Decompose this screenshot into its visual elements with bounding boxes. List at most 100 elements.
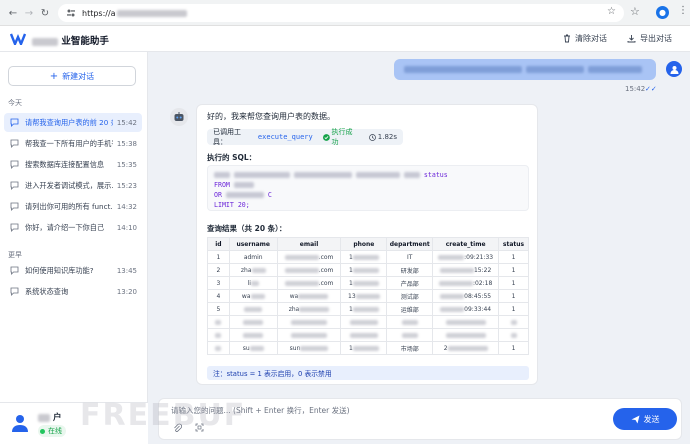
chat-bubble-icon [10, 202, 19, 211]
forward-icon[interactable]: → [22, 6, 36, 20]
conversation-item[interactable]: 如何使用知识库功能? 13:45 [4, 261, 142, 280]
table-cell: .com [276, 250, 342, 264]
conversation-title: 如何使用知识库功能? [25, 265, 94, 275]
cell-redacted [352, 267, 379, 273]
conversation-item[interactable]: 帮我查一下所有用户的手机号 15:38 [4, 134, 142, 153]
read-receipt-icon: ✓✓ [645, 85, 657, 93]
cell-redacted [300, 345, 329, 351]
cell-redacted [349, 332, 378, 338]
table-cell [340, 315, 388, 329]
conversation-item[interactable]: 系统状态查询 13:20 [4, 282, 142, 301]
message-time: 15:42 [625, 85, 646, 93]
cell-redacted [291, 319, 328, 325]
tool-status: 执行成功 [322, 127, 359, 147]
browser-menu-icon[interactable]: ⋮ [678, 5, 688, 16]
cell-text: sun [289, 344, 301, 352]
column-header[interactable]: department [386, 237, 434, 251]
status-text: 在线 [48, 427, 62, 435]
new-chat-label: 新建对话 [62, 71, 95, 81]
sql-text: status [423, 171, 448, 179]
cell-text: 2 [443, 344, 448, 352]
table-row: 2 zha .com 1 研发部 15:22 1 [207, 263, 529, 277]
message-input-box[interactable]: 请输入您的问题... (Shift + Enter 换行，Enter 发送) 发… [158, 398, 682, 440]
back-icon[interactable]: ← [6, 6, 20, 20]
column-header[interactable]: username [228, 237, 278, 251]
user-name-text: 户 [52, 413, 62, 423]
extensions-icon[interactable]: ☆ [630, 5, 640, 18]
conversation-item[interactable]: 请帮我查询用户表的前 20 条... 15:42 [4, 113, 142, 132]
cell-redacted [251, 267, 266, 273]
table-cell: 1 [340, 276, 388, 290]
cell-redacted [215, 332, 222, 338]
table-cell [228, 302, 278, 316]
cell-redacted [352, 306, 379, 312]
reload-icon[interactable]: ↻ [38, 6, 52, 20]
conversation-title: 请帮我查询用户表的前 20 条... [25, 117, 113, 127]
table-cell: IT [386, 250, 434, 264]
tool-call-info: 已调用工具： execute_query 执行成功 1.82s [207, 127, 403, 147]
bookmark-star-icon[interactable]: ☆ [607, 6, 616, 17]
table-cell: 1 [340, 263, 388, 277]
clear-chat-button[interactable]: 清除对话 [563, 33, 607, 44]
table-row [207, 328, 529, 342]
message-input-placeholder[interactable]: 请输入您的问题... (Shift + Enter 换行，Enter 发送) [171, 405, 350, 416]
table-row [207, 315, 529, 329]
paperclip-icon[interactable] [173, 423, 182, 433]
site-info-icon[interactable] [66, 8, 76, 18]
export-chat-button[interactable]: 导出对话 [627, 33, 672, 44]
table-row: 3 li .com 1 产品部 :02:18 1 [207, 276, 529, 290]
conversation-time: 14:10 [116, 223, 137, 232]
conversation-item[interactable]: 进入开发者调试模式，展示... 15:23 [4, 176, 142, 195]
table-cell: 4 [207, 289, 230, 303]
app-title-redacted [32, 37, 58, 46]
result-label: 查询结果（共 20 条）： [207, 224, 287, 233]
column-header[interactable]: status [498, 237, 529, 251]
column-header[interactable]: create_time [432, 237, 500, 251]
table-cell: .com [276, 276, 342, 290]
url-redacted [116, 9, 187, 17]
table-cell [432, 328, 500, 342]
tool-duration: 1.82s [368, 133, 397, 141]
profile-avatar-icon[interactable]: ● [656, 6, 669, 19]
sql-label: 执行的 SQL： [207, 153, 257, 162]
user-message-redacted [404, 66, 522, 73]
sql-redacted [293, 172, 352, 178]
sql-redacted [403, 172, 420, 178]
table-cell [432, 315, 500, 329]
cell-redacted [510, 332, 517, 338]
user-message-redacted [588, 66, 642, 73]
table-cell [386, 315, 434, 329]
cell-redacted [510, 319, 517, 325]
sql-text: OR [214, 191, 222, 199]
scan-icon[interactable] [195, 423, 204, 432]
tool-duration-text: 1.82s [377, 133, 397, 141]
table-cell: 09:33:44 [432, 302, 500, 316]
table-cell: 1 [498, 276, 529, 290]
table-cell [228, 328, 278, 342]
conversation-item[interactable]: 你好，请介绍一下你自己 14:10 [4, 218, 142, 237]
user-avatar-icon [12, 415, 28, 432]
column-header[interactable]: id [207, 237, 230, 251]
chat-bubble-icon [10, 160, 19, 169]
cell-redacted [243, 332, 264, 338]
address-bar[interactable]: https://a ☆ [58, 4, 624, 22]
cell-redacted [215, 345, 222, 351]
conversation-title: 搜索数据库连接配置信息 [25, 159, 105, 169]
table-cell: 08:45:55 [432, 289, 500, 303]
sql-line: LIMIT 20; [214, 201, 250, 209]
clock-icon [368, 133, 376, 141]
download-icon [627, 35, 636, 43]
user-profile[interactable]: 户 在线 [0, 402, 148, 444]
conversation-item[interactable]: 搜索数据库连接配置信息 15:35 [4, 155, 142, 174]
new-chat-button[interactable]: + 新建对话 [8, 66, 136, 86]
cell-text: zha [240, 266, 252, 274]
column-header[interactable]: email [276, 237, 342, 251]
cell-text: .com [318, 266, 334, 274]
send-button[interactable]: 发送 [613, 408, 677, 430]
cell-text: 09:33:44 [464, 305, 492, 313]
column-header[interactable]: phone [340, 237, 388, 251]
conversation-item[interactable]: 请列出你可用的所有 funct... 14:32 [4, 197, 142, 216]
sql-redacted [233, 182, 254, 188]
table-cell: 1 [498, 341, 529, 355]
user-message-avatar-icon [666, 61, 682, 77]
